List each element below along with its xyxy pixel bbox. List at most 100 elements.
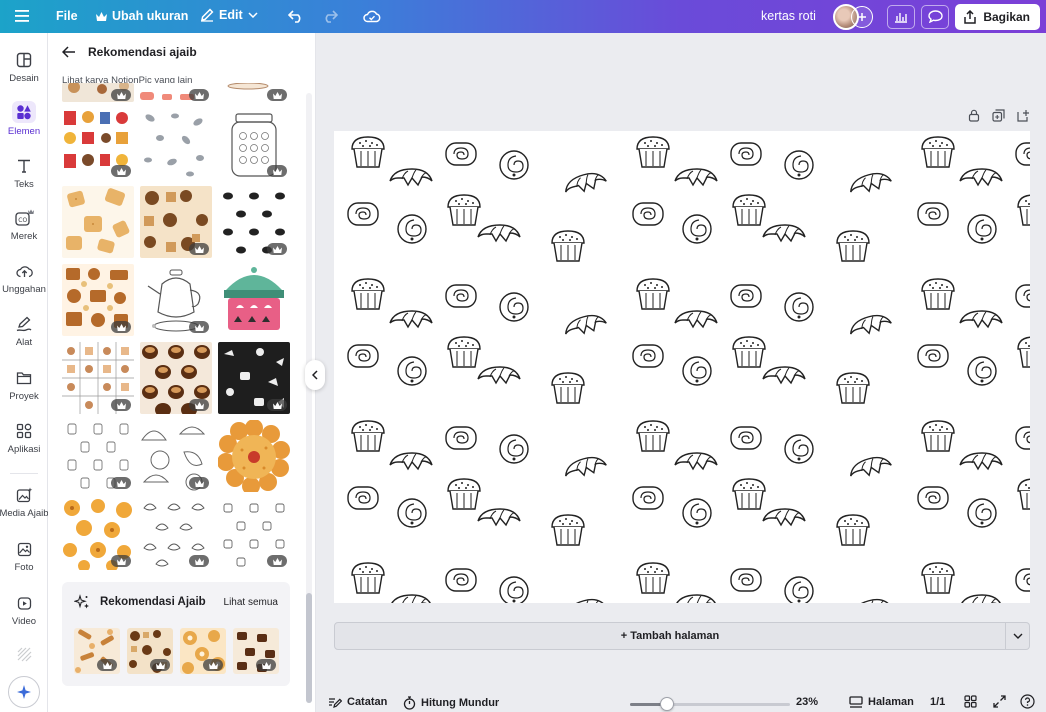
rail-item-brand[interactable]: CO Merek [0, 208, 48, 242]
comment-button[interactable] [921, 4, 950, 29]
rail-label: Foto [14, 562, 34, 573]
premium-crown-icon [189, 89, 209, 101]
recommendation-tile[interactable] [74, 628, 120, 674]
zoom-value[interactable]: 23% [796, 696, 818, 708]
element-tile[interactable] [218, 420, 290, 492]
sparkle-icon [17, 685, 31, 699]
element-tile[interactable] [140, 83, 212, 102]
help-icon [1020, 694, 1035, 709]
svg-text:CO: CO [18, 217, 27, 224]
element-tile[interactable] [218, 264, 290, 336]
pages-button[interactable]: Halaman [849, 696, 914, 708]
premium-crown-icon [203, 659, 223, 671]
share-button[interactable]: Bagikan [955, 3, 1040, 30]
rail-item-magic-media[interactable]: Media Ajaib [0, 485, 49, 519]
grid-view-button[interactable] [964, 695, 977, 708]
bar-chart-icon [895, 12, 908, 23]
top-bar: File Ubah ukuran Edit kertas roti Bagika [0, 0, 1046, 33]
premium-crown-icon [267, 555, 287, 567]
rail-item-text[interactable]: Teks [0, 156, 48, 190]
recommendation-tile[interactable] [180, 628, 226, 674]
element-tile[interactable] [62, 498, 134, 570]
element-tile[interactable] [62, 186, 134, 258]
help-button[interactable] [1020, 694, 1035, 709]
side-panel: Rekomendasi ajaib Lihat karya NotionPic … [48, 33, 316, 712]
resize-button[interactable]: Ubah ukuran [96, 9, 188, 23]
rail-item-apps[interactable]: Aplikasi [0, 421, 48, 455]
notes-button[interactable]: Catatan [328, 696, 387, 708]
element-tile[interactable] [218, 186, 290, 258]
element-tile[interactable] [140, 108, 212, 180]
element-tile[interactable] [62, 83, 134, 102]
element-tile[interactable] [140, 342, 212, 414]
shapes-icon [12, 101, 36, 123]
rail-item-more[interactable] [0, 644, 48, 664]
page-count: 1/1 [930, 696, 945, 708]
element-tile[interactable] [140, 186, 212, 258]
element-tile[interactable] [218, 342, 290, 414]
apps-icon [14, 421, 34, 441]
element-tile[interactable] [62, 420, 134, 492]
zoom-value-text: 23% [796, 696, 819, 708]
duplicate-icon[interactable] [992, 109, 1005, 122]
text-icon [14, 156, 34, 176]
photo-icon [14, 539, 34, 559]
magic-assistant-button[interactable] [8, 676, 40, 708]
draw-icon [14, 314, 34, 334]
rail-label: Unggahan [2, 284, 46, 295]
rail-item-elements[interactable]: Elemen [0, 101, 48, 137]
undo-button[interactable] [282, 4, 310, 28]
element-tile[interactable] [140, 498, 212, 570]
canvas-area: + Tambah halaman [317, 33, 1046, 693]
timer-button[interactable]: Hitung Mundur [403, 696, 499, 710]
premium-crown-icon [111, 89, 131, 101]
element-tile[interactable] [140, 264, 212, 336]
see-all-link[interactable]: Lihat semua [224, 597, 278, 608]
recommendation-tile[interactable] [233, 628, 279, 674]
file-menu[interactable]: File [56, 9, 78, 23]
rail-item-tools[interactable]: Alat [0, 314, 48, 348]
rail-item-photos[interactable]: Foto [0, 539, 48, 573]
recommendation-tile[interactable] [127, 628, 173, 674]
pages-icon [849, 696, 863, 708]
insights-button[interactable] [887, 4, 916, 29]
premium-crown-icon [189, 243, 209, 255]
recommendations-header: Rekomendasi Ajaib [74, 594, 206, 610]
premium-crown-icon [111, 555, 131, 567]
redo-button[interactable] [316, 4, 344, 28]
add-page-dropdown[interactable] [1006, 622, 1030, 650]
menu-button[interactable] [8, 4, 36, 28]
fullscreen-button[interactable] [993, 695, 1006, 708]
element-tile[interactable] [62, 108, 134, 180]
element-tile[interactable] [218, 83, 290, 102]
rail-label: Teks [14, 179, 34, 190]
premium-crown-icon [111, 321, 131, 333]
rail-item-projects[interactable]: Proyek [0, 368, 48, 402]
element-tile[interactable] [62, 342, 134, 414]
document-title[interactable]: kertas roti [761, 9, 816, 23]
rail-item-uploads[interactable]: Unggahan [0, 261, 48, 295]
element-tile[interactable] [218, 108, 290, 180]
edit-menu[interactable]: Edit [200, 8, 258, 22]
rail-item-design[interactable]: Desain [0, 50, 48, 84]
element-tile[interactable] [218, 498, 290, 570]
element-tile[interactable] [62, 264, 134, 336]
add-collaborator-button[interactable] [851, 5, 874, 28]
panel-scrollbar-thumb[interactable] [306, 593, 312, 703]
video-icon [14, 593, 34, 613]
add-page-icon[interactable] [1017, 109, 1030, 122]
premium-crown-icon [267, 165, 287, 177]
lock-icon[interactable] [968, 109, 980, 122]
element-tile[interactable] [140, 420, 212, 492]
zoom-slider[interactable] [630, 697, 790, 711]
topbar-actions: Bagikan [833, 0, 1040, 33]
rail-item-videos[interactable]: Video [0, 593, 48, 627]
left-rail: Desain Elemen Teks CO Merek Unggahan Ala… [0, 33, 49, 712]
cloud-save-button[interactable] [358, 4, 386, 28]
design-page[interactable] [334, 131, 1030, 603]
zoom-slider-knob[interactable] [660, 697, 674, 711]
add-page-button[interactable]: + Tambah halaman [334, 622, 1006, 650]
back-arrow-icon[interactable] [62, 46, 76, 58]
page-tools [968, 109, 1030, 122]
premium-crown-icon [267, 89, 287, 101]
